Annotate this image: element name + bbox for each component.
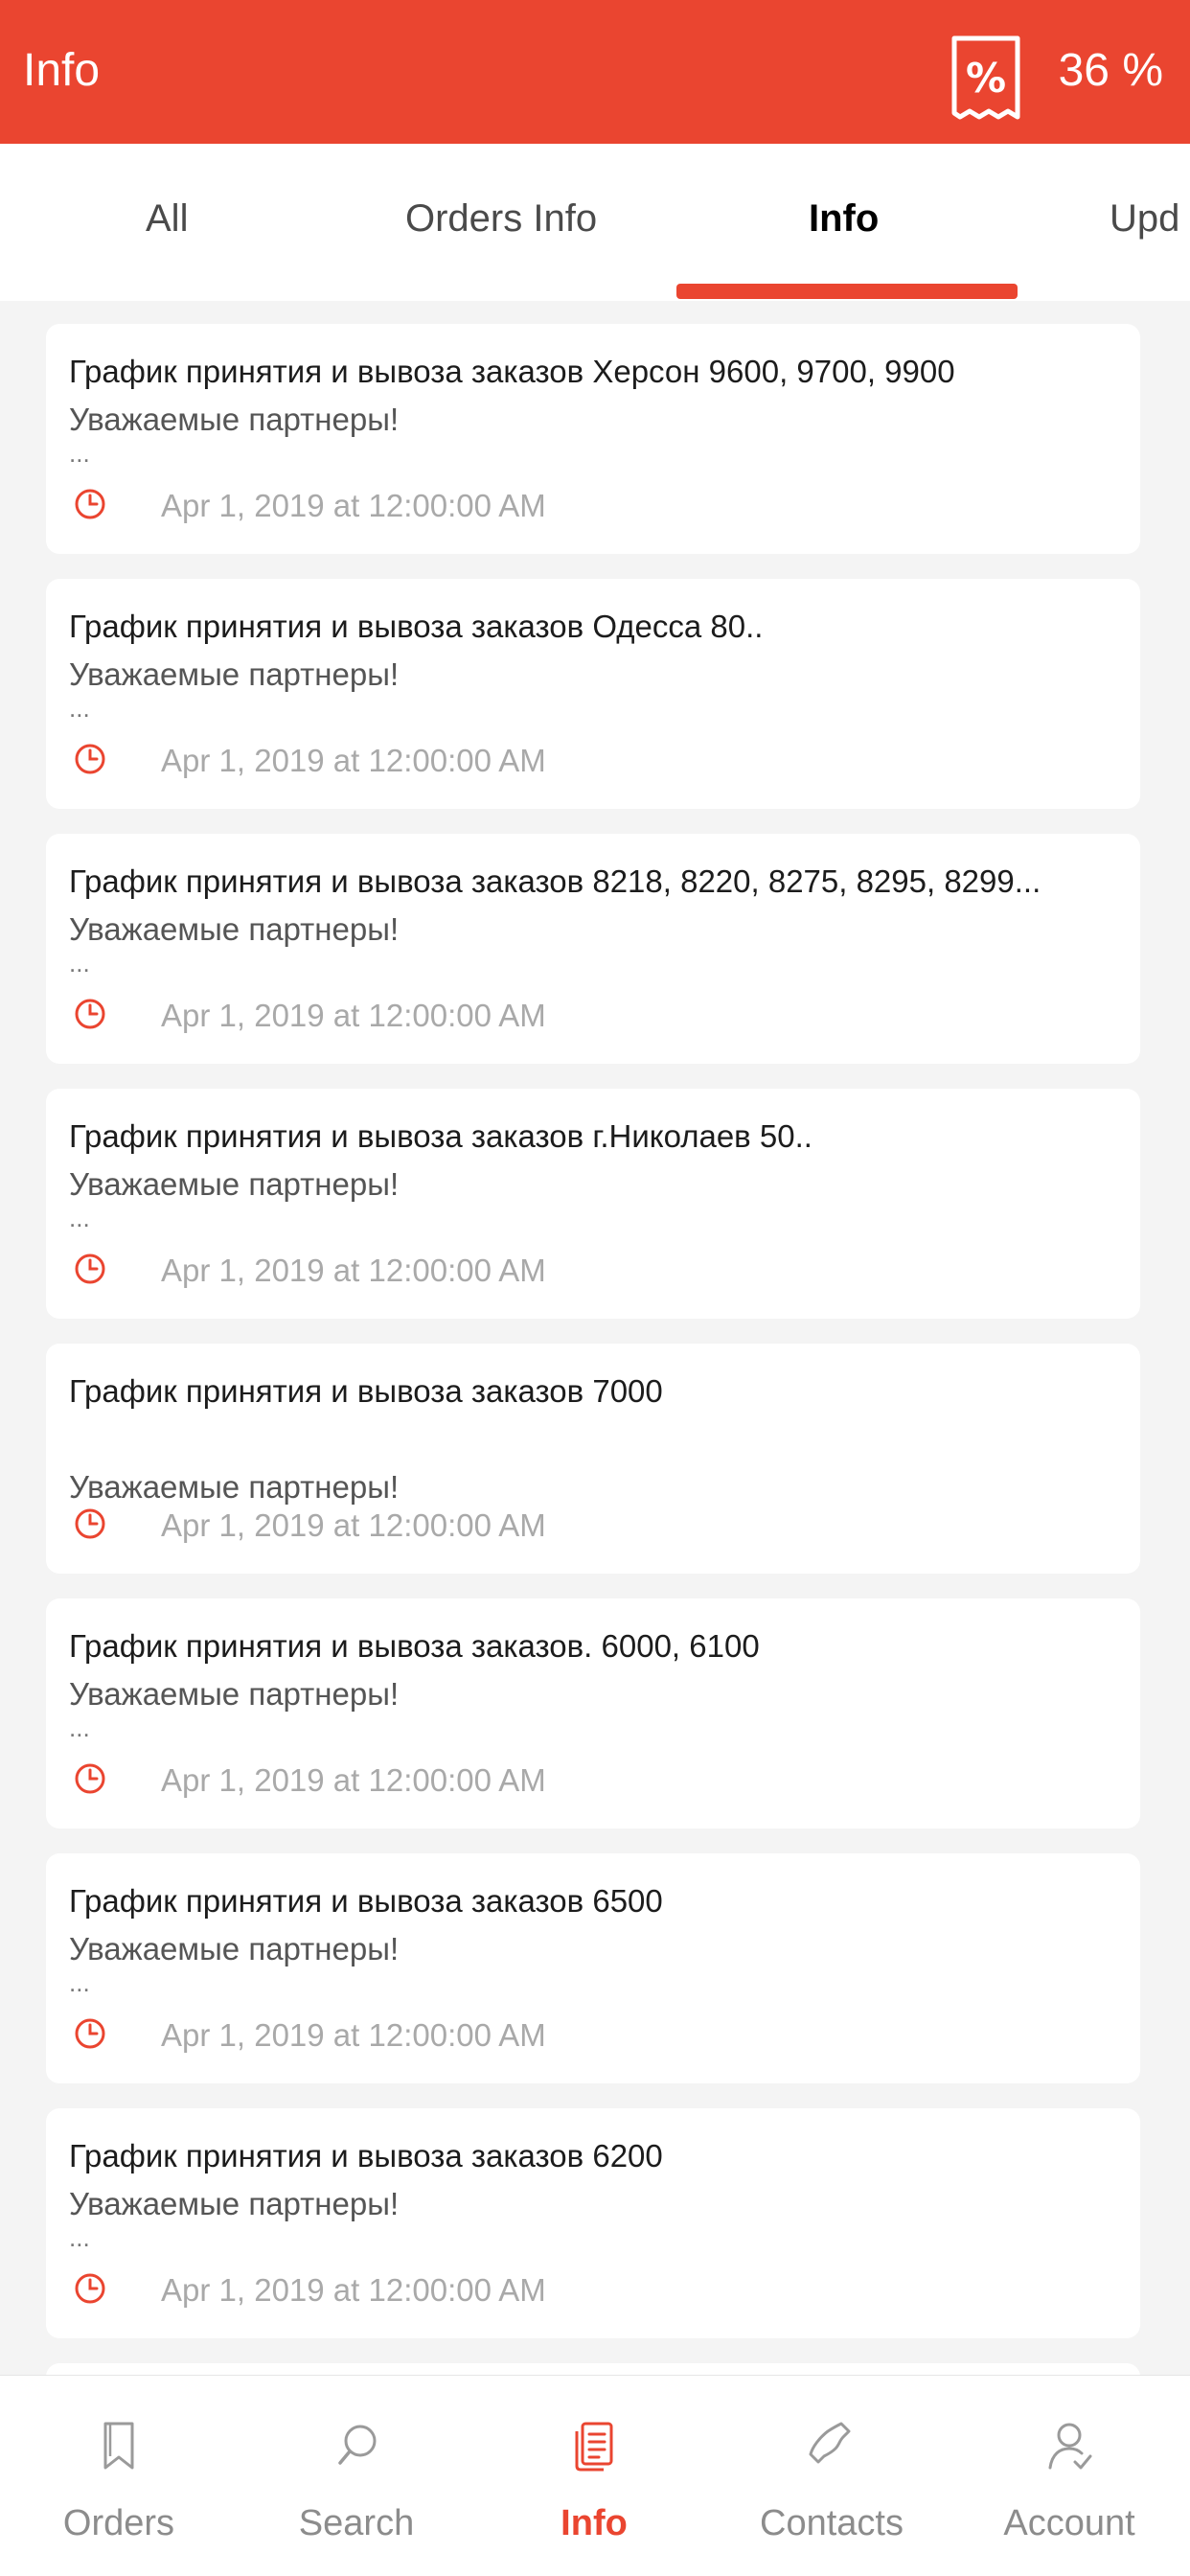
clock-icon xyxy=(75,489,105,519)
tab-orders-info[interactable]: Orders Info xyxy=(405,194,597,243)
card-ellipsis: ... xyxy=(69,1968,90,1997)
percent-receipt-icon[interactable]: % xyxy=(949,34,1023,121)
list-item[interactable]: График принятия и вывоза заказов г.Никол… xyxy=(46,1089,1140,1319)
nav-search[interactable]: Search xyxy=(238,2376,475,2576)
list-item[interactable]: График принятия и вывоза заказов 8218, 8… xyxy=(46,834,1140,1064)
card-title: График принятия и вывоза заказов г.Никол… xyxy=(69,1118,812,1154)
card-date: Apr 1, 2019 at 12:00:00 AM xyxy=(161,743,546,778)
nav-contacts-label: Contacts xyxy=(760,2503,904,2543)
card-body: Уважаемые партнеры! xyxy=(69,911,400,947)
tab-bar: All Orders Info Info Upd xyxy=(0,144,1190,301)
card-body: Уважаемые партнеры! xyxy=(69,402,400,437)
nav-orders-label: Orders xyxy=(62,2503,175,2543)
clock-icon xyxy=(75,2273,105,2304)
card-ellipsis: ... xyxy=(69,694,90,723)
card-date: Apr 1, 2019 at 12:00:00 AM xyxy=(161,998,546,1033)
nav-account-label: Account xyxy=(1003,2503,1135,2543)
card-ellipsis: ... xyxy=(69,2223,90,2252)
card-title: График принятия и вывоза заказов. 6000, … xyxy=(69,1628,760,1664)
card-body: Уважаемые партнеры! xyxy=(69,1676,400,1712)
list-item[interactable]: График принятия и вывоза заказов Одесса … xyxy=(46,579,1140,809)
top-bar: Info % 36 % xyxy=(0,0,1190,144)
card-ellipsis: ... xyxy=(69,949,90,978)
nav-account[interactable]: Account xyxy=(950,2376,1188,2576)
svg-text:%: % xyxy=(966,55,1006,102)
active-tab-indicator xyxy=(676,284,1018,299)
card-title: График принятия и вывоза заказов 6500 xyxy=(69,1883,663,1919)
list-item-partial[interactable] xyxy=(46,2363,1140,2375)
list-item[interactable]: График принятия и вывоза заказов 7000 Ув… xyxy=(46,1344,1140,1574)
card-body: Уважаемые партнеры! xyxy=(69,2186,400,2221)
list-item[interactable]: График принятия и вывоза заказов. 6000, … xyxy=(46,1598,1140,1828)
list-item[interactable]: График принятия и вывоза заказов Херсон … xyxy=(46,324,1140,554)
card-date: Apr 1, 2019 at 12:00:00 AM xyxy=(161,488,546,523)
nav-orders[interactable]: Orders xyxy=(0,2376,238,2576)
card-ellipsis: ... xyxy=(69,1204,90,1232)
nav-contacts[interactable]: Contacts xyxy=(713,2376,950,2576)
card-title: График принятия и вывоза заказов 8218, 8… xyxy=(69,863,1041,899)
card-date: Apr 1, 2019 at 12:00:00 AM xyxy=(161,1507,546,1543)
card-ellipsis: ... xyxy=(69,1714,90,1742)
clock-icon xyxy=(75,2018,105,2049)
clock-icon xyxy=(75,1254,105,1284)
card-title: График принятия и вывоза заказов Одесса … xyxy=(69,609,764,644)
info-list[interactable]: График принятия и вывоза заказов Херсон … xyxy=(0,301,1190,2375)
tab-all[interactable]: All xyxy=(146,194,188,243)
bookmark-icon xyxy=(103,2422,134,2470)
document-list-icon xyxy=(575,2422,613,2472)
card-date: Apr 1, 2019 at 12:00:00 AM xyxy=(161,1253,546,1288)
phone-icon xyxy=(809,2422,851,2464)
clock-icon xyxy=(75,1508,105,1539)
clock-icon xyxy=(75,999,105,1029)
bottom-navigation: Orders Search Info Contacts Account xyxy=(0,2375,1190,2576)
card-body: Уважаемые партнеры! xyxy=(69,1469,400,1505)
list-item[interactable]: График принятия и вывоза заказов 6500 Ув… xyxy=(46,1853,1140,2083)
nav-search-label: Search xyxy=(298,2503,415,2543)
clock-icon xyxy=(75,1763,105,1794)
app-screen: Info % 36 % All Orders Info Info Upd Гра… xyxy=(0,0,1190,2576)
clock-icon xyxy=(75,744,105,774)
discount-value: 36 % xyxy=(1058,45,1163,96)
card-ellipsis: ... xyxy=(69,439,90,468)
card-body: Уважаемые партнеры! xyxy=(69,1931,400,1966)
nav-info-label: Info xyxy=(561,2503,628,2543)
search-icon xyxy=(338,2425,377,2465)
page-title: Info xyxy=(23,45,101,96)
card-date: Apr 1, 2019 at 12:00:00 AM xyxy=(161,2272,546,2308)
tab-info[interactable]: Info xyxy=(809,194,879,243)
tab-updates[interactable]: Upd xyxy=(1110,194,1179,243)
card-title: График принятия и вывоза заказов 6200 xyxy=(69,2138,663,2174)
card-body: Уважаемые партнеры! xyxy=(69,1166,400,1202)
nav-info[interactable]: Info xyxy=(475,2376,713,2576)
list-item[interactable]: График принятия и вывоза заказов 6200 Ув… xyxy=(46,2108,1140,2338)
card-date: Apr 1, 2019 at 12:00:00 AM xyxy=(161,2017,546,2053)
card-date: Apr 1, 2019 at 12:00:00 AM xyxy=(161,1762,546,1798)
card-body: Уважаемые партнеры! xyxy=(69,656,400,692)
card-title: График принятия и вывоза заказов 7000 xyxy=(69,1373,663,1409)
card-title: График принятия и вывоза заказов Херсон … xyxy=(69,354,955,389)
user-icon xyxy=(1048,2423,1092,2470)
